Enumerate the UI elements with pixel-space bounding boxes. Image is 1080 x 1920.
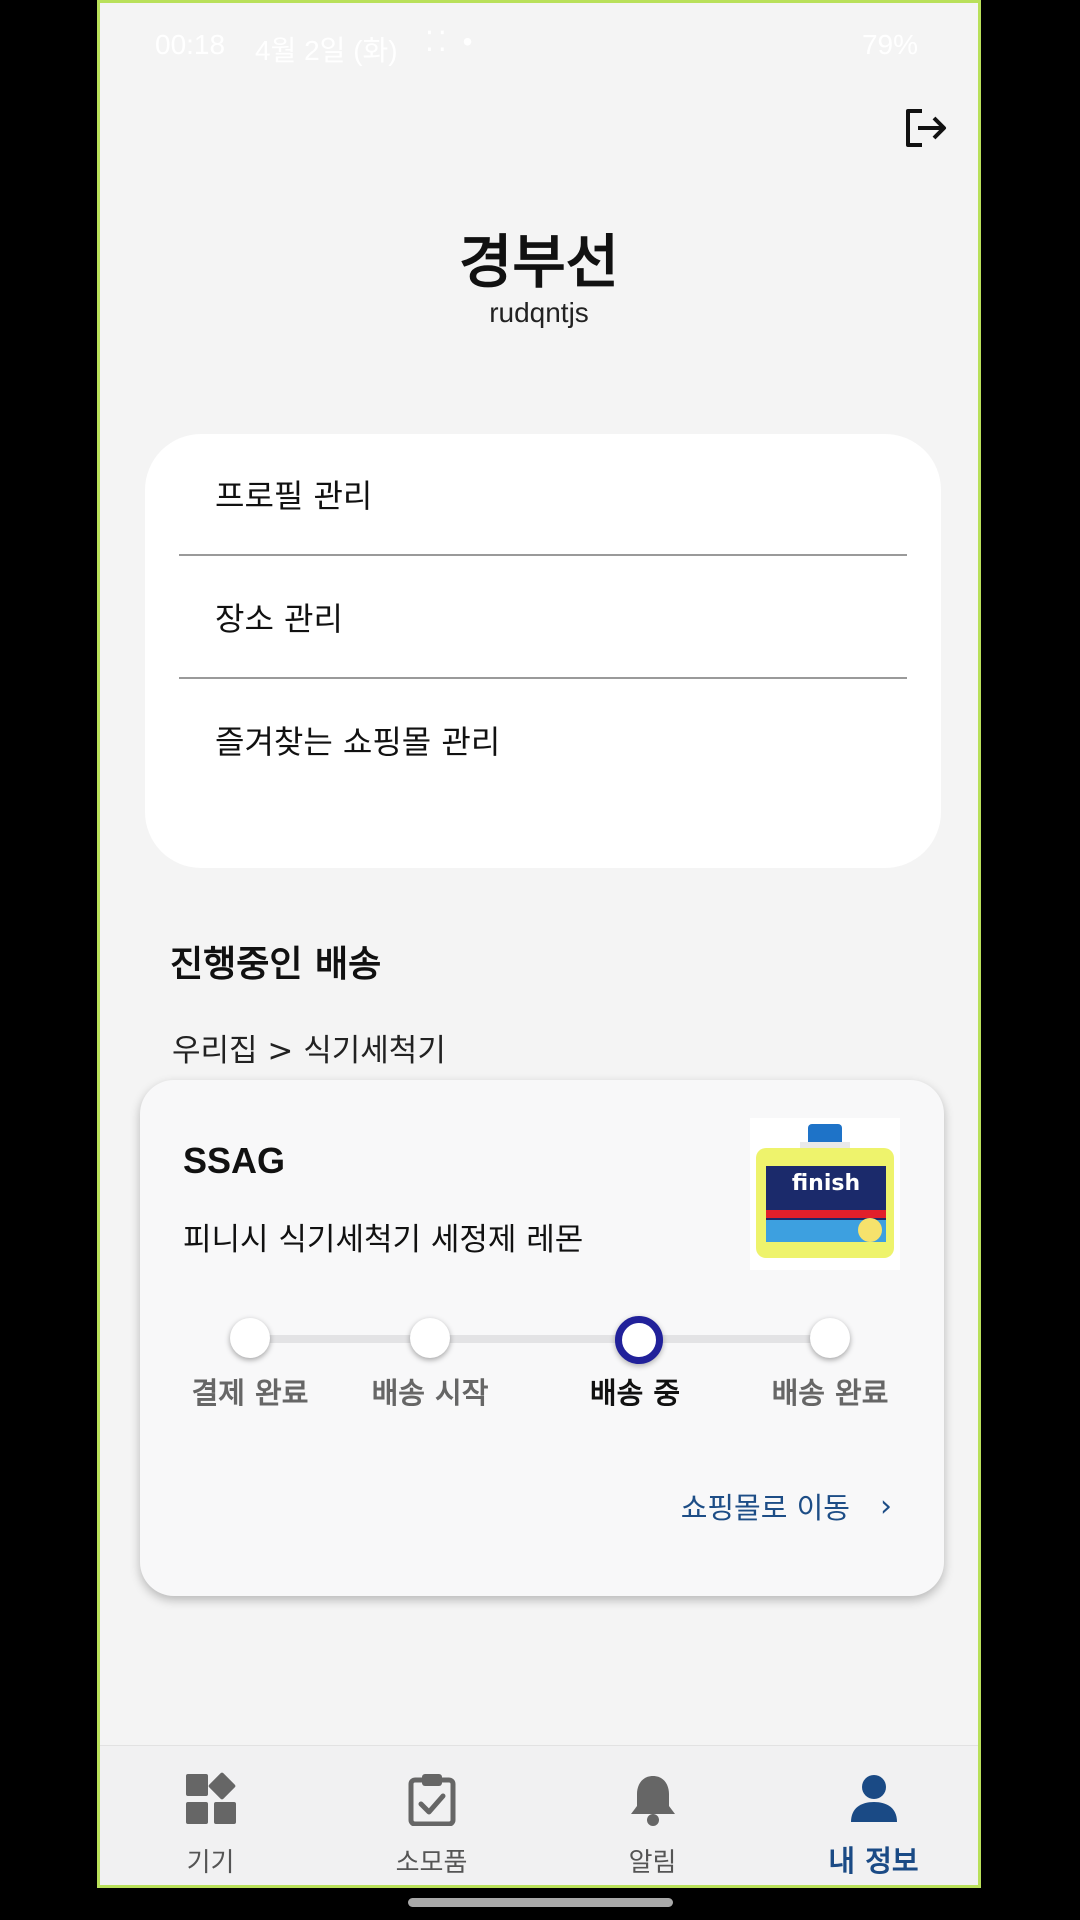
progress-track bbox=[245, 1335, 835, 1343]
location-path: 우리집 > 식기세척기 bbox=[172, 1033, 446, 1069]
settings-menu-card: 프로필 관리 장소 관리 즐겨찾는 쇼핑몰 관리 bbox=[145, 434, 941, 868]
step-label-delivered: 배송 완료 bbox=[771, 1376, 889, 1410]
person-icon bbox=[851, 1775, 897, 1822]
nav-label-my-info: 내 정보 bbox=[828, 1844, 919, 1878]
nav-tab-devices[interactable]: 기기 bbox=[100, 1746, 321, 1885]
menu-item-places[interactable]: 장소 관리 bbox=[179, 557, 907, 679]
nav-label-alerts: 알림 bbox=[628, 1848, 677, 1878]
phone-screen: 00:18 4월 2일 (화) ⁚⁚ • 79% 경부선 rudqntjs 프로… bbox=[97, 0, 981, 1888]
nav-tab-alerts[interactable]: 알림 bbox=[542, 1746, 763, 1885]
shop-name: SSAG bbox=[183, 1140, 286, 1181]
battery-level: 79% bbox=[861, 29, 918, 60]
section-title-deliveries: 진행중인 배송 bbox=[170, 944, 382, 985]
status-time: 00:18 bbox=[155, 29, 226, 60]
grid-icon bbox=[186, 1772, 236, 1824]
user-id: rudqntjs bbox=[489, 297, 589, 328]
status-date: 4월 2일 (화) bbox=[255, 35, 398, 66]
svg-text:finish: finish bbox=[792, 1171, 860, 1196]
go-to-shop-label: 쇼핑몰로 이동 bbox=[680, 1491, 850, 1525]
bell-icon bbox=[631, 1776, 675, 1826]
step-dot-delivered bbox=[810, 1318, 850, 1358]
step-dot-paid bbox=[230, 1318, 270, 1358]
logout-icon[interactable] bbox=[900, 103, 950, 153]
bottom-navigation: 기기 소모품 알림 내 정보 bbox=[100, 1745, 978, 1885]
nav-label-devices: 기기 bbox=[186, 1848, 235, 1878]
product-name: 피니시 식기세척기 세정제 레몬 bbox=[183, 1222, 584, 1258]
clipboard-check-icon bbox=[408, 1774, 456, 1826]
home-indicator[interactable] bbox=[408, 1898, 673, 1907]
menu-item-profile[interactable]: 프로필 관리 bbox=[179, 434, 907, 556]
notification-dots-icon: ⁚⁚ • bbox=[425, 26, 477, 57]
step-label-shipping-started: 배송 시작 bbox=[371, 1376, 489, 1410]
status-bar: 00:18 4월 2일 (화) ⁚⁚ • 79% bbox=[100, 3, 978, 87]
nav-label-consumables: 소모품 bbox=[395, 1848, 468, 1878]
go-to-shop-link[interactable]: 쇼핑몰로 이동 › bbox=[681, 1485, 892, 1527]
step-label-in-transit: 배송 중 bbox=[589, 1376, 681, 1410]
product-image: finish bbox=[750, 1118, 900, 1270]
nav-tab-consumables[interactable]: 소모품 bbox=[321, 1746, 542, 1885]
step-label-paid: 결제 완료 bbox=[191, 1376, 309, 1410]
chevron-right-icon: › bbox=[880, 1488, 892, 1524]
nav-tab-my-info[interactable]: 내 정보 bbox=[763, 1746, 978, 1885]
user-name: 경부선 bbox=[458, 228, 620, 296]
step-dot-shipping-started bbox=[410, 1318, 450, 1358]
menu-item-favorite-shops[interactable]: 즐겨찾는 쇼핑몰 관리 bbox=[179, 679, 907, 801]
delivery-card[interactable]: SSAG 피니시 식기세척기 세정제 레몬 finish 결제 완료 배송 시작… bbox=[140, 1080, 944, 1596]
step-dot-in-transit bbox=[615, 1316, 663, 1364]
